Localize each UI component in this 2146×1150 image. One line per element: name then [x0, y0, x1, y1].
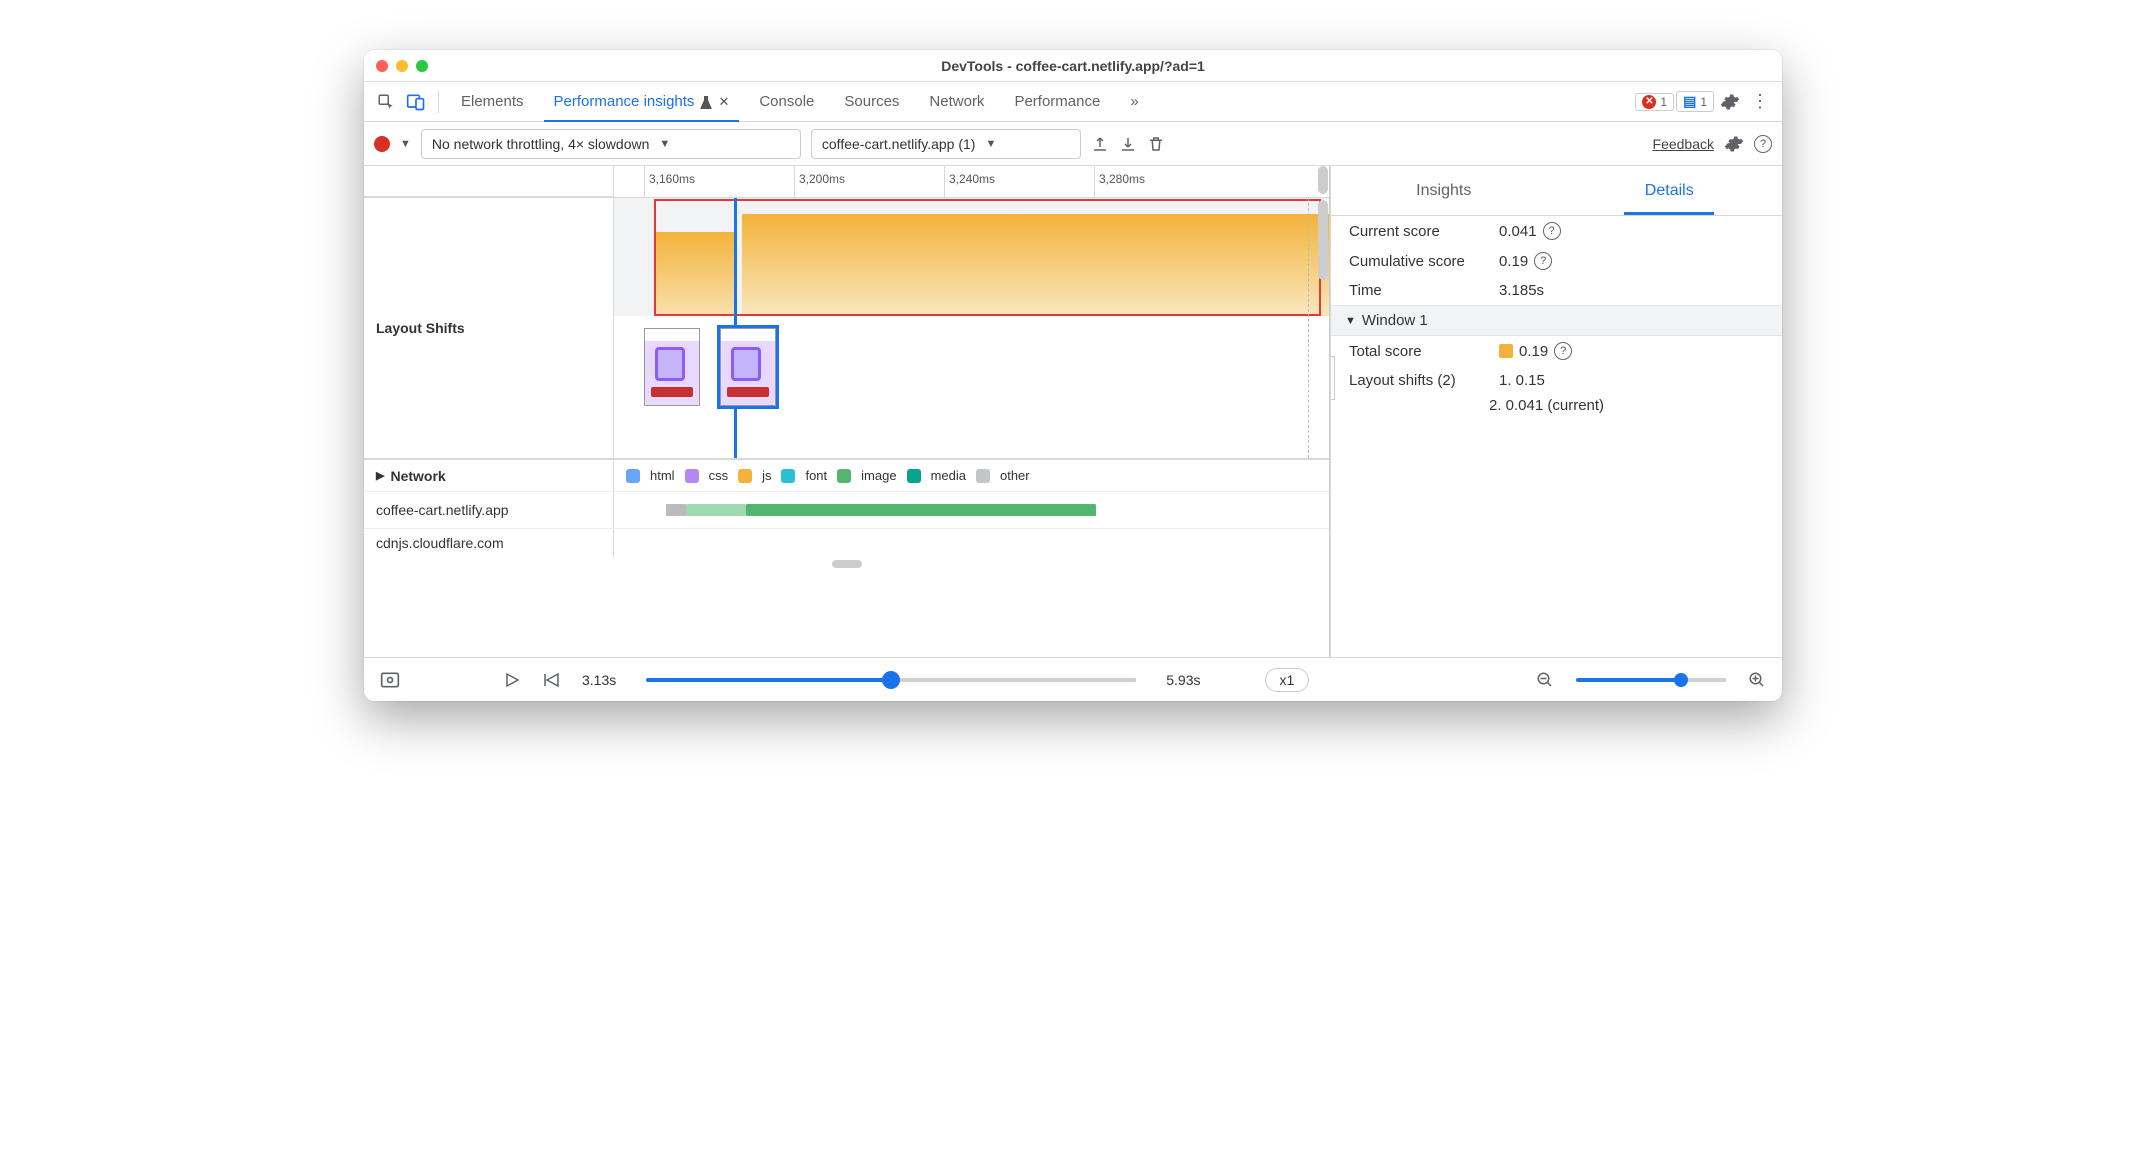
collapse-icon: ▼	[1345, 315, 1356, 327]
layout-shifts-track[interactable]	[614, 198, 1329, 458]
network-host[interactable]: cdnjs.cloudflare.com	[364, 529, 614, 557]
panel-expand-handle[interactable]: ›	[1330, 356, 1335, 400]
tab-console[interactable]: Console	[745, 82, 828, 122]
record-button[interactable]	[374, 136, 390, 152]
timeline-pane: 3,160ms 3,200ms 3,240ms 3,280ms Layout S…	[364, 166, 1330, 657]
cumulative-score-value: 0.19	[1499, 253, 1528, 270]
legend-media-icon	[907, 469, 921, 483]
layout-shifts-label: Layout Shifts	[364, 198, 614, 458]
playback-footer: 3.13s 5.93s x1	[364, 657, 1782, 701]
layout-shift-bar[interactable]	[742, 214, 1329, 316]
devtools-window: DevTools - coffee-cart.netlify.app/?ad=1…	[364, 50, 1782, 701]
window-title: DevTools - coffee-cart.netlify.app/?ad=1	[364, 58, 1782, 74]
minimize-window-button[interactable]	[396, 60, 408, 72]
tab-insights[interactable]: Insights	[1331, 166, 1557, 215]
import-icon[interactable]	[1119, 135, 1137, 153]
main-content: 3,160ms 3,200ms 3,240ms 3,280ms Layout S…	[364, 166, 1782, 657]
time-label: Time	[1349, 282, 1489, 299]
scrollbar[interactable]	[1318, 166, 1328, 194]
layout-shift-item[interactable]: 1. 0.15	[1499, 372, 1545, 389]
preview-toggle-icon[interactable]	[380, 671, 400, 689]
current-score-label: Current score	[1349, 223, 1489, 240]
time-ruler[interactable]: 3,160ms 3,200ms 3,240ms 3,280ms	[614, 166, 1329, 198]
layout-shift-bar[interactable]	[656, 232, 736, 316]
legend-css-icon	[685, 469, 699, 483]
expand-icon[interactable]: ▶	[376, 469, 384, 482]
issues-icon: ▤	[1683, 93, 1696, 110]
scrollbar[interactable]	[1318, 200, 1328, 280]
layout-shift-item[interactable]: 2. 0.041 (current)	[1331, 395, 1782, 416]
horizontal-scrollbar[interactable]	[364, 557, 1329, 571]
help-icon[interactable]: ?	[1534, 252, 1552, 270]
time-value: 3.185s	[1499, 282, 1544, 299]
legend-font-icon	[781, 469, 795, 483]
legend-html-icon	[626, 469, 640, 483]
delete-icon[interactable]	[1147, 135, 1165, 153]
ruler-tick: 3,160ms	[644, 166, 699, 197]
error-icon: ✕	[1642, 95, 1656, 109]
recording-select[interactable]: coffee-cart.netlify.app (1)▼	[811, 129, 1081, 159]
legend-image-icon	[837, 469, 851, 483]
tab-elements[interactable]: Elements	[447, 82, 538, 122]
legend-other-icon	[976, 469, 990, 483]
throttling-select[interactable]: No network throttling, 4× slowdown▼	[421, 129, 801, 159]
time-end: 5.93s	[1166, 672, 1200, 688]
layout-shifts-count-label: Layout shifts (2)	[1349, 372, 1489, 389]
network-bar[interactable]	[626, 500, 1317, 520]
tab-details[interactable]: Details	[1557, 166, 1783, 215]
panel-settings-icon[interactable]	[1724, 134, 1744, 154]
issues-count-badge[interactable]: ▤ 1	[1676, 91, 1714, 112]
traffic-lights	[376, 60, 428, 72]
time-marker-dashed	[1308, 198, 1309, 458]
play-icon[interactable]	[504, 672, 520, 688]
more-icon[interactable]: ⋮	[1746, 88, 1774, 116]
total-score-value: 0.19	[1519, 343, 1548, 360]
cumulative-score-label: Cumulative score	[1349, 253, 1489, 270]
zoom-in-icon[interactable]	[1748, 671, 1766, 689]
tabs-overflow[interactable]: »	[1116, 82, 1152, 122]
speed-pill[interactable]: x1	[1265, 668, 1310, 692]
time-start: 3.13s	[582, 672, 616, 688]
current-score-value: 0.041	[1499, 223, 1537, 240]
ruler-tick: 3,240ms	[944, 166, 999, 197]
tab-performance-insights[interactable]: Performance insights ✕	[540, 82, 744, 122]
flask-icon	[700, 95, 712, 109]
toolbar: ▼ No network throttling, 4× slowdown▼ co…	[364, 122, 1782, 166]
layout-shifts-row: Layout Shifts	[364, 198, 1329, 459]
network-label: Network	[390, 468, 445, 484]
screenshot-thumb[interactable]	[644, 328, 700, 406]
ruler-tick: 3,200ms	[794, 166, 849, 197]
help-icon[interactable]: ?	[1754, 134, 1772, 153]
zoom-slider[interactable]	[1576, 678, 1726, 682]
screenshot-thumb-selected[interactable]	[720, 328, 776, 406]
legend-js-icon	[738, 469, 752, 483]
maximize-window-button[interactable]	[416, 60, 428, 72]
device-toolbar-icon[interactable]	[402, 88, 430, 116]
settings-icon[interactable]	[1716, 88, 1744, 116]
main-tabs: Elements Performance insights ✕ Console …	[364, 82, 1782, 122]
time-slider[interactable]	[646, 678, 1136, 682]
export-icon[interactable]	[1091, 135, 1109, 153]
network-legend: html css js font image media other	[614, 460, 1329, 491]
tab-close-icon[interactable]: ✕	[718, 94, 729, 110]
ruler-tick: 3,280ms	[1094, 166, 1149, 197]
tab-performance[interactable]: Performance	[1000, 82, 1114, 122]
tab-network[interactable]: Network	[915, 82, 998, 122]
window-section-header[interactable]: ▼ Window 1	[1331, 305, 1782, 336]
square-icon	[1499, 344, 1513, 358]
details-pane: › Insights Details Current score 0.041? …	[1330, 166, 1782, 657]
total-score-label: Total score	[1349, 343, 1489, 360]
feedback-link[interactable]: Feedback	[1653, 136, 1714, 152]
close-window-button[interactable]	[376, 60, 388, 72]
error-count-badge[interactable]: ✕ 1	[1635, 93, 1674, 111]
record-dropdown[interactable]: ▼	[400, 138, 411, 150]
help-icon[interactable]: ?	[1543, 222, 1561, 240]
rewind-icon[interactable]	[542, 672, 560, 688]
inspect-element-icon[interactable]	[372, 88, 400, 116]
network-host[interactable]: coffee-cart.netlify.app	[364, 492, 614, 528]
help-icon[interactable]: ?	[1554, 342, 1572, 360]
tab-sources[interactable]: Sources	[830, 82, 913, 122]
titlebar: DevTools - coffee-cart.netlify.app/?ad=1	[364, 50, 1782, 82]
zoom-out-icon[interactable]	[1536, 671, 1554, 689]
